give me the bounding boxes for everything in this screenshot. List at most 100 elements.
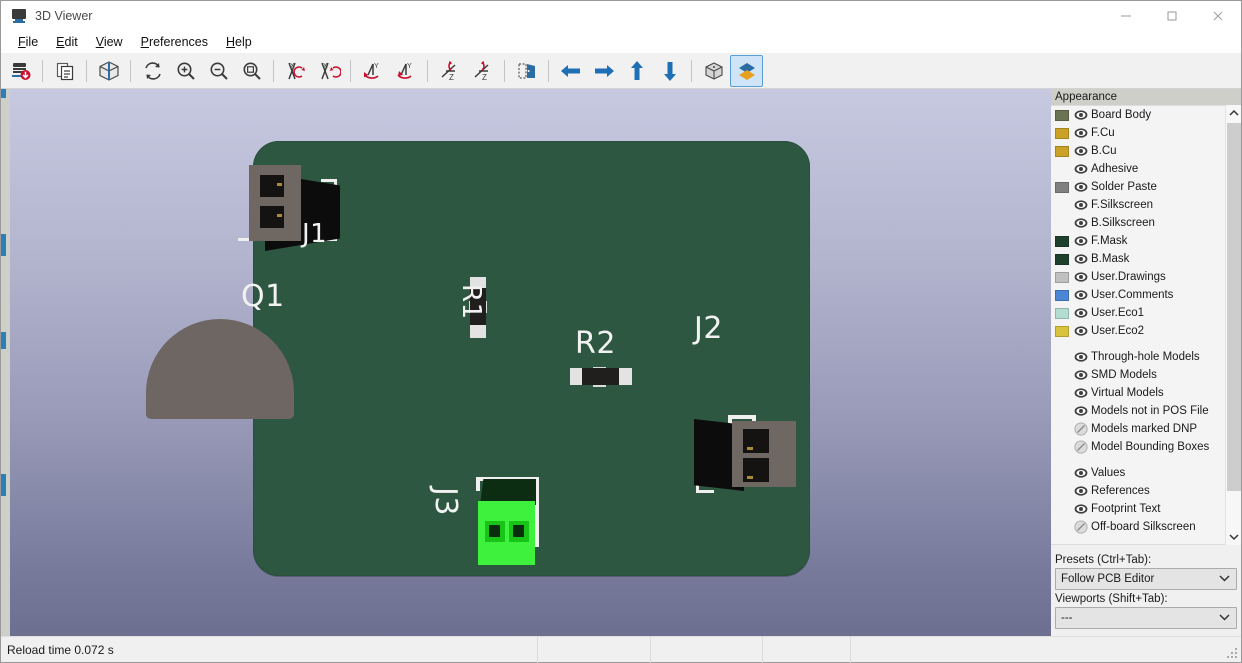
visibility-eye-icon[interactable] xyxy=(1074,162,1091,176)
visibility-eye-icon[interactable] xyxy=(1074,368,1091,382)
dock-handle[interactable] xyxy=(1,234,6,256)
visibility-eye-icon[interactable] xyxy=(1074,252,1091,266)
layer-color-swatch[interactable] xyxy=(1055,127,1069,139)
rotate-y-ccw-icon[interactable]: Y xyxy=(356,55,389,87)
layer-color-swatch[interactable] xyxy=(1055,307,1069,319)
layer-color-swatch[interactable] xyxy=(1055,325,1069,337)
visibility-eye-icon[interactable] xyxy=(1074,198,1091,212)
layer-row-user-drawings[interactable]: User.Drawings xyxy=(1051,268,1240,286)
component-j2[interactable] xyxy=(682,357,796,493)
layer-row-b-cu[interactable]: B.Cu xyxy=(1051,142,1240,160)
layer-color-swatch[interactable] xyxy=(1055,271,1069,283)
visibility-eye-icon[interactable] xyxy=(1074,270,1091,284)
model-row-bounding-boxes[interactable]: Model Bounding Boxes xyxy=(1051,438,1240,456)
flip-board-icon[interactable] xyxy=(510,55,543,87)
dock-handle[interactable] xyxy=(1,89,6,98)
visibility-eye-icon[interactable] xyxy=(1074,350,1091,364)
model-row-not-in-pos-file[interactable]: Models not in POS File xyxy=(1051,402,1240,420)
menu-file[interactable]: File xyxy=(9,33,47,51)
resize-grip[interactable] xyxy=(1227,648,1239,660)
menu-preferences[interactable]: Preferences xyxy=(132,33,217,51)
visibility-eye-icon[interactable] xyxy=(1074,466,1091,480)
zoom-in-icon[interactable] xyxy=(169,55,202,87)
visibility-eye-icon[interactable] xyxy=(1074,324,1091,338)
model-row-smd[interactable]: SMD Models xyxy=(1051,366,1240,384)
layer-color-swatch[interactable] xyxy=(1055,253,1069,265)
layer-row-user-eco2[interactable]: User.Eco2 xyxy=(1051,322,1240,340)
menu-edit[interactable]: Edit xyxy=(47,33,87,51)
layer-row-adhesive[interactable]: Adhesive xyxy=(1051,160,1240,178)
maximize-button[interactable] xyxy=(1149,1,1195,31)
layer-row-solder-paste[interactable]: Solder Paste xyxy=(1051,178,1240,196)
menu-view[interactable]: View xyxy=(87,33,132,51)
visibility-eye-icon[interactable] xyxy=(1074,234,1091,248)
render-options-icon[interactable] xyxy=(92,55,125,87)
text-row-footprint-text[interactable]: Footprint Text xyxy=(1051,500,1240,518)
viewports-dropdown[interactable]: --- xyxy=(1055,607,1237,629)
orthographic-icon[interactable] xyxy=(697,55,730,87)
layer-color-swatch[interactable] xyxy=(1055,235,1069,247)
text-row-values[interactable]: Values xyxy=(1051,464,1240,482)
component-r2[interactable] xyxy=(570,364,632,390)
visibility-eye-icon[interactable] xyxy=(1074,144,1091,158)
move-left-icon[interactable] xyxy=(554,55,587,87)
visibility-hidden-icon[interactable] xyxy=(1074,440,1091,454)
component-j1[interactable] xyxy=(238,151,353,261)
layer-color-swatch[interactable] xyxy=(1055,289,1069,301)
text-row-offboard-silkscreen[interactable]: Off-board Silkscreen xyxy=(1051,518,1240,536)
minimize-button[interactable] xyxy=(1103,1,1149,31)
model-row-through-hole[interactable]: Through-hole Models xyxy=(1051,348,1240,366)
move-up-icon[interactable] xyxy=(620,55,653,87)
close-button[interactable] xyxy=(1195,1,1241,31)
appearance-panel-icon[interactable] xyxy=(730,54,763,87)
component-j3[interactable] xyxy=(465,477,565,577)
refresh-icon[interactable] xyxy=(136,55,169,87)
presets-dropdown[interactable]: Follow PCB Editor xyxy=(1055,568,1237,590)
visibility-eye-icon[interactable] xyxy=(1074,288,1091,302)
visibility-eye-icon[interactable] xyxy=(1074,180,1091,194)
rotate-x-ccw-icon[interactable]: X xyxy=(279,55,312,87)
visibility-eye-icon[interactable] xyxy=(1074,216,1091,230)
3d-viewport[interactable]: J1 R1 Q1 R2 J2 J3 xyxy=(10,89,1051,636)
visibility-eye-icon[interactable] xyxy=(1074,306,1091,320)
layer-row-board-body[interactable]: Board Body xyxy=(1051,106,1240,124)
visibility-eye-icon[interactable] xyxy=(1074,126,1091,140)
scroll-down-icon[interactable] xyxy=(1226,529,1242,545)
layer-row-b-silkscreen[interactable]: B.Silkscreen xyxy=(1051,214,1240,232)
zoom-fit-icon[interactable] xyxy=(235,55,268,87)
visibility-eye-icon[interactable] xyxy=(1074,108,1091,122)
rotate-y-cw-icon[interactable]: Y xyxy=(389,55,422,87)
layer-row-user-comments[interactable]: User.Comments xyxy=(1051,286,1240,304)
text-row-references[interactable]: References xyxy=(1051,482,1240,500)
move-right-icon[interactable] xyxy=(587,55,620,87)
visibility-hidden-icon[interactable] xyxy=(1074,422,1091,436)
layer-row-user-eco1[interactable]: User.Eco1 xyxy=(1051,304,1240,322)
layer-row-f-mask[interactable]: F.Mask xyxy=(1051,232,1240,250)
rotate-z-cw-icon[interactable]: Z xyxy=(466,55,499,87)
model-row-virtual[interactable]: Virtual Models xyxy=(1051,384,1240,402)
layer-row-f-silkscreen[interactable]: F.Silkscreen xyxy=(1051,196,1240,214)
copy-to-clipboard-icon[interactable] xyxy=(48,55,81,87)
dock-handle[interactable] xyxy=(1,474,6,496)
appearance-layer-list[interactable]: Board Body F.Cu B.Cu Adhesive Solder Pas… xyxy=(1051,105,1241,545)
appearance-scrollbar[interactable] xyxy=(1225,105,1241,545)
dock-handle[interactable] xyxy=(1,332,6,349)
layer-color-swatch[interactable] xyxy=(1055,181,1069,193)
rotate-x-cw-icon[interactable]: X xyxy=(312,55,345,87)
rotate-z-ccw-icon[interactable]: Z xyxy=(433,55,466,87)
zoom-out-icon[interactable] xyxy=(202,55,235,87)
scrollbar-thumb[interactable] xyxy=(1227,123,1241,491)
visibility-eye-icon[interactable] xyxy=(1074,404,1091,418)
move-down-icon[interactable] xyxy=(653,55,686,87)
layer-color-swatch[interactable] xyxy=(1055,145,1069,157)
visibility-eye-icon[interactable] xyxy=(1074,484,1091,498)
visibility-eye-icon[interactable] xyxy=(1074,386,1091,400)
menu-help[interactable]: Help xyxy=(217,33,261,51)
model-row-marked-dnp[interactable]: Models marked DNP xyxy=(1051,420,1240,438)
layer-row-f-cu[interactable]: F.Cu xyxy=(1051,124,1240,142)
visibility-eye-icon[interactable] xyxy=(1074,502,1091,516)
scroll-up-icon[interactable] xyxy=(1226,105,1242,121)
reload-board-icon[interactable] xyxy=(4,55,37,87)
layer-row-b-mask[interactable]: B.Mask xyxy=(1051,250,1240,268)
visibility-hidden-icon[interactable] xyxy=(1074,520,1091,534)
